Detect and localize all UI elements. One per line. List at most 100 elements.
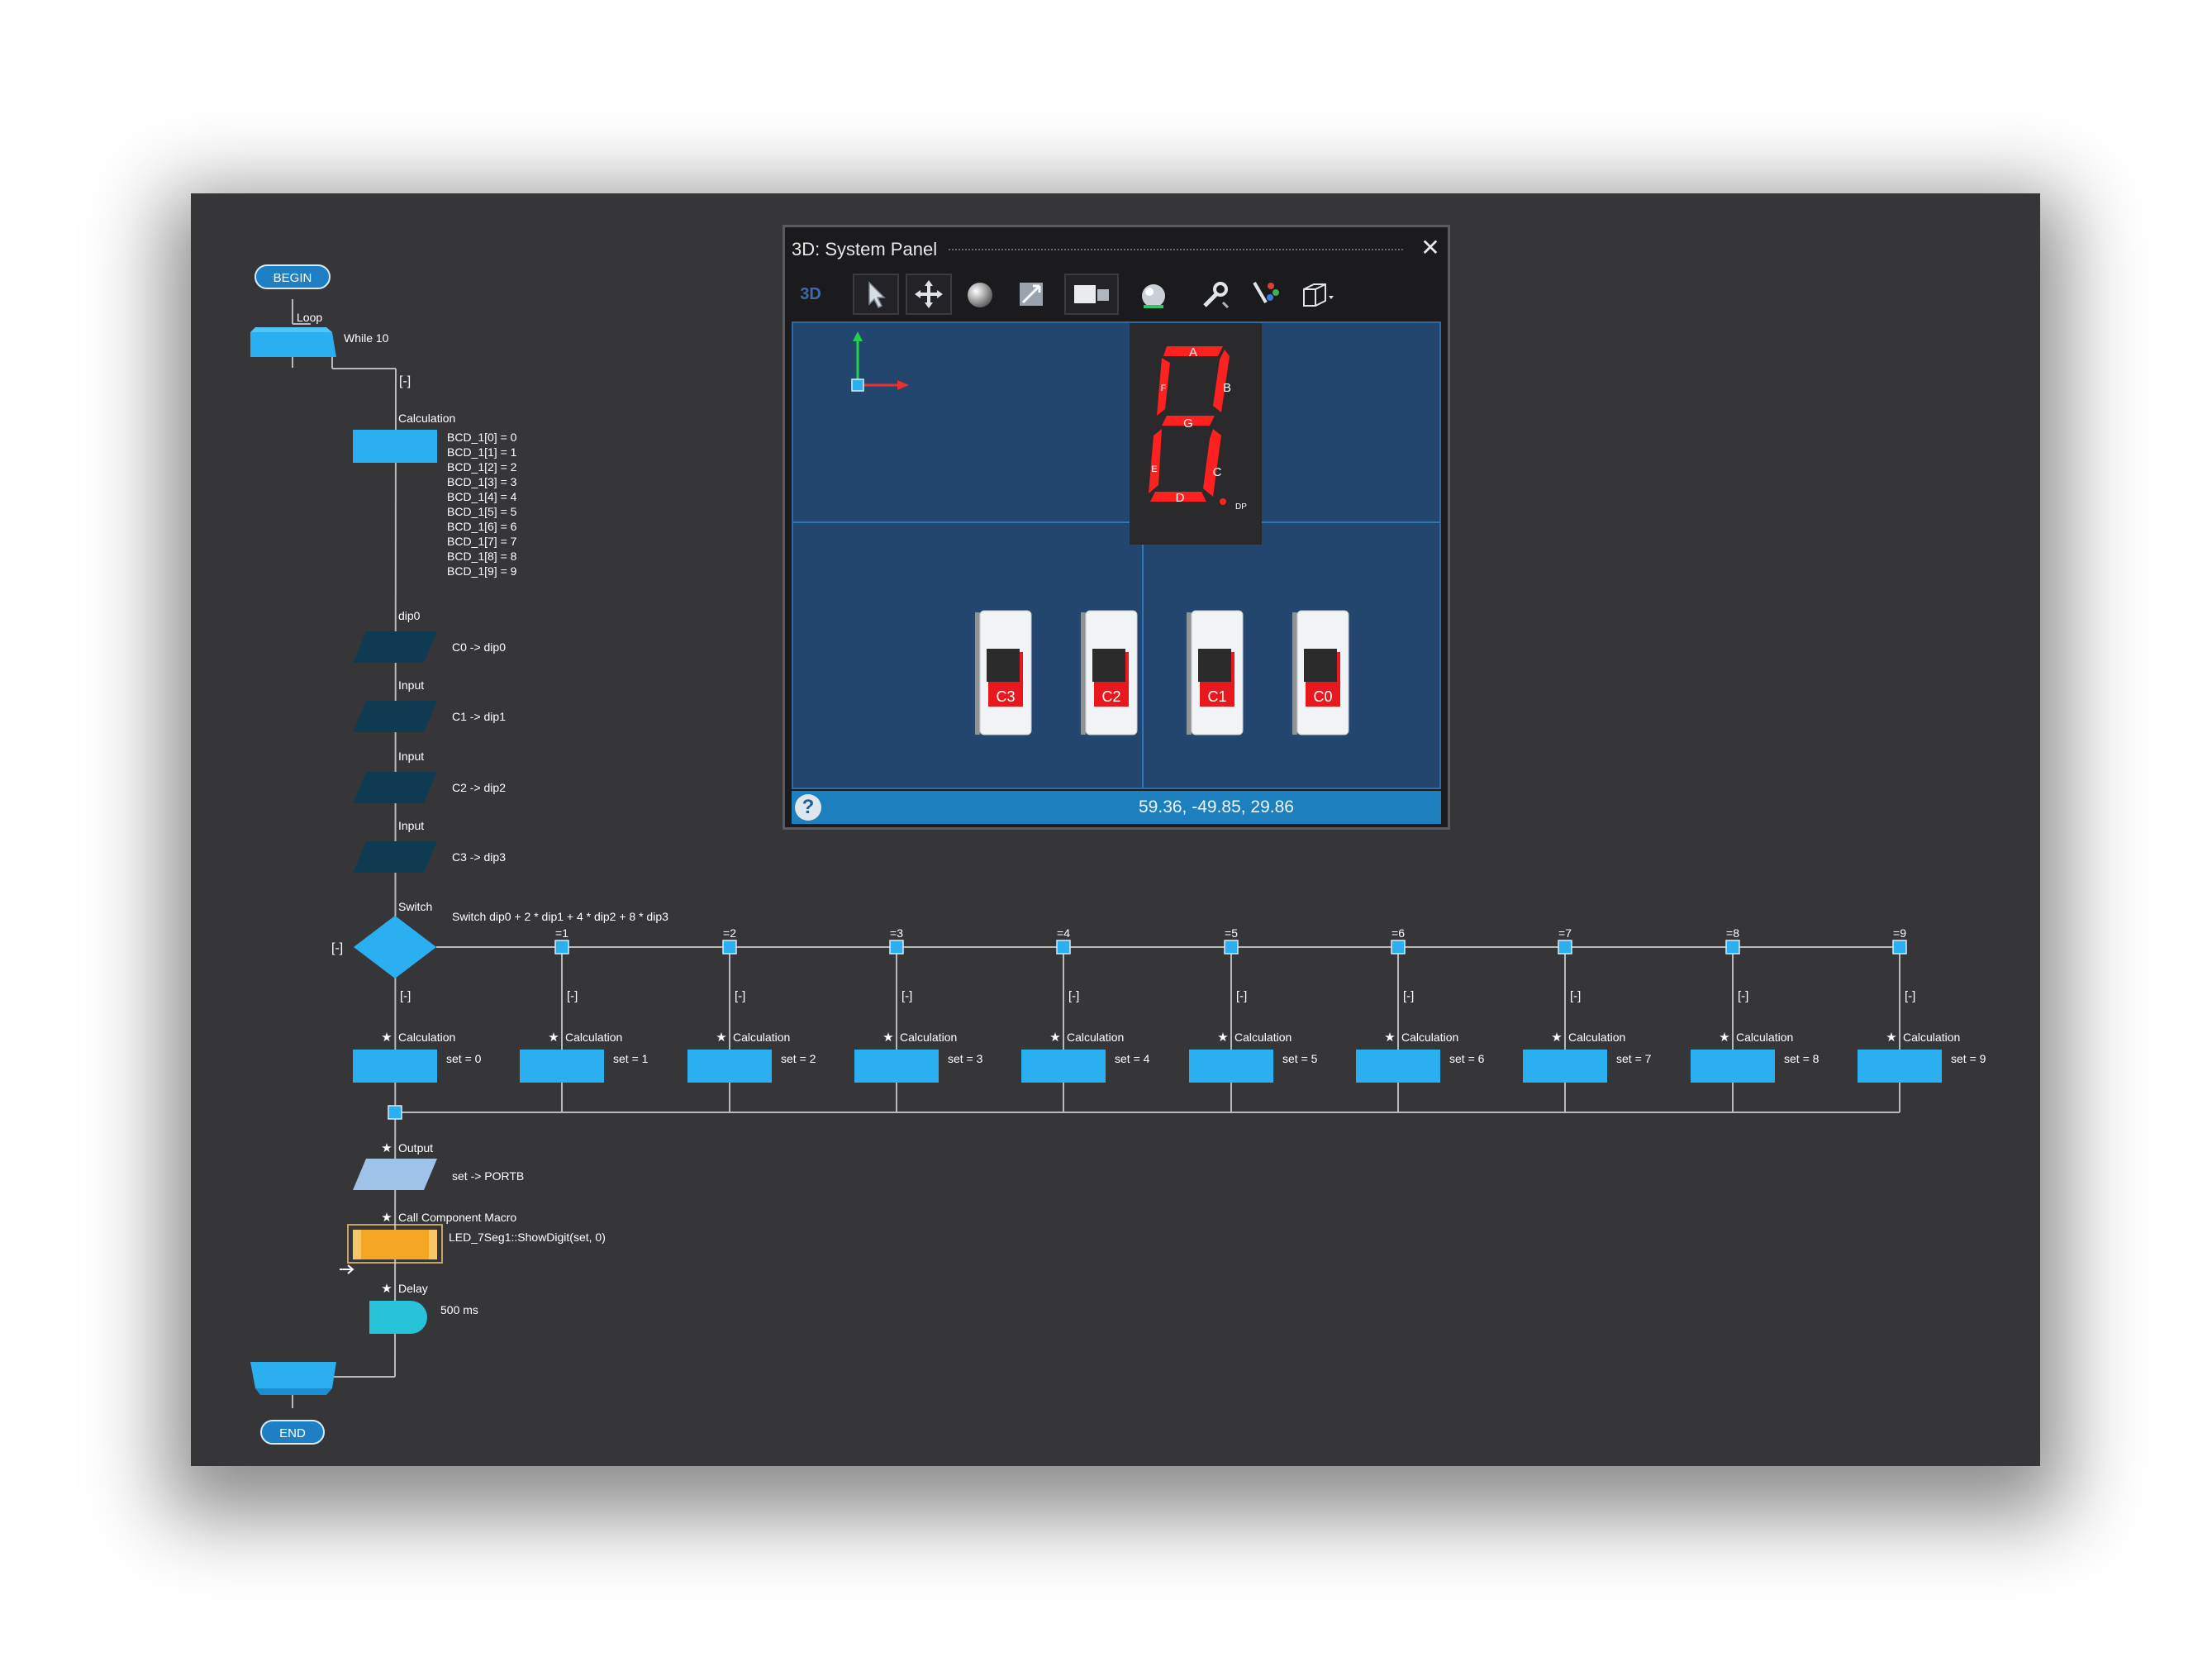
join-node[interactable] [388, 1105, 402, 1120]
zoom-icon[interactable] [1008, 274, 1054, 315]
case-calculation-block[interactable] [1189, 1050, 1273, 1083]
calculation-label: Calculation [398, 1031, 455, 1044]
panel-title-bar[interactable]: 3D: System Panel [792, 232, 1441, 267]
segment-d-label: D [1176, 491, 1185, 505]
dip-switch[interactable]: C3 [975, 610, 1032, 736]
output-block[interactable] [353, 1159, 437, 1190]
case-node[interactable] [1558, 940, 1572, 955]
delay-block[interactable] [369, 1301, 427, 1334]
collapse-toggle: [-] [1570, 989, 1581, 1003]
case-calculation-block[interactable] [1691, 1050, 1775, 1083]
collapse-toggle: [-] [1403, 989, 1414, 1003]
help-icon[interactable]: ? [795, 794, 821, 821]
loop-condition-label: While 10 [344, 331, 389, 345]
collapse-toggle: [-] [331, 941, 343, 955]
input-text: C1 -> dip1 [452, 710, 506, 723]
case-node[interactable] [1224, 940, 1239, 955]
close-icon[interactable]: ✕ [1418, 236, 1443, 260]
input-text: C2 -> dip2 [452, 781, 506, 794]
case-set-text: set = 1 [613, 1052, 649, 1065]
color-icon[interactable] [1243, 274, 1289, 315]
loop-start-block[interactable] [250, 332, 336, 357]
star-icon: ★ [381, 1031, 392, 1045]
input-block[interactable] [353, 772, 437, 803]
bcd-line: BCD_1[9] = 9 [447, 564, 517, 578]
sphere-icon[interactable] [957, 274, 1003, 315]
case-calculation-block[interactable] [520, 1050, 604, 1083]
light-icon[interactable] [1130, 274, 1177, 315]
calculation-label: Calculation [398, 412, 455, 425]
dip-switch[interactable]: C1 [1187, 610, 1244, 736]
dip-switch-label: C1 [1207, 688, 1226, 705]
collapse-toggle: [-] [1068, 989, 1079, 1003]
input-label: Input [398, 819, 424, 832]
cube-view-icon[interactable] [1294, 274, 1340, 315]
input-block[interactable] [353, 841, 437, 873]
case-set-text: set = 5 [1282, 1052, 1318, 1065]
case-calculation-block[interactable] [1356, 1050, 1440, 1083]
calculation-label: Calculation [900, 1031, 957, 1044]
pan-icon[interactable] [906, 274, 952, 315]
case-calculation-block[interactable] [1523, 1050, 1607, 1083]
case-calculation-block[interactable] [1858, 1050, 1942, 1083]
case-calculation-block[interactable] [1021, 1050, 1106, 1083]
case-node[interactable] [722, 940, 737, 955]
loop-label: Loop [297, 311, 322, 324]
3d-viewport[interactable]: A B C D E F G DP C3 C2 C1 C0 [792, 321, 1441, 789]
case-node[interactable] [1056, 940, 1071, 955]
collapse-toggle: [-] [400, 989, 411, 1003]
dip-switch-side [975, 612, 980, 735]
system-panel-3d[interactable]: 3D: System Panel ✕ 3D A B C D E F G DP C… [783, 225, 1450, 830]
switch-expression: Switch dip0 + 2 * dip1 + 4 * dip2 + 8 * … [452, 910, 668, 923]
dip-switch[interactable]: C2 [1081, 610, 1138, 736]
calculation-label: Calculation [1067, 1031, 1124, 1044]
bcd-line: BCD_1[8] = 8 [447, 550, 517, 563]
macro-label: Call Component Macro [398, 1211, 516, 1224]
segment-dp-label: DP [1235, 502, 1247, 512]
star-icon: ★ [548, 1031, 559, 1045]
flowchart-canvas[interactable]: BEGIN Loop While 10 [-] Calculation BCD_1[0] … [191, 193, 2040, 1466]
case-set-text: set = 6 [1449, 1052, 1485, 1065]
case-node[interactable] [889, 940, 904, 955]
case-calculation-block[interactable] [353, 1050, 437, 1083]
dip-switch-lever [1092, 649, 1125, 682]
input-block[interactable] [353, 631, 437, 663]
case-node[interactable] [1725, 940, 1740, 955]
collapse-toggle: [-] [1236, 989, 1247, 1003]
input-block[interactable] [353, 701, 437, 732]
macro-block-edge [353, 1230, 361, 1259]
case-node[interactable] [1892, 940, 1907, 955]
case-calculation-block[interactable] [854, 1050, 939, 1083]
star-icon: ★ [1384, 1031, 1395, 1045]
camera-coordinates: 59.36, -49.85, 29.86 [1139, 797, 1294, 816]
switch-diamond[interactable] [354, 916, 436, 978]
case-set-text: set = 4 [1115, 1052, 1150, 1065]
case-value-label: =7 [1558, 926, 1572, 940]
segment-f-label: F [1161, 383, 1167, 393]
bcd-line: BCD_1[6] = 6 [447, 520, 517, 533]
segment-a-label: A [1189, 345, 1197, 359]
bcd-line: BCD_1[3] = 3 [447, 475, 517, 488]
dip-switch[interactable]: C0 [1292, 610, 1349, 736]
select-arrow-icon[interactable] [853, 274, 899, 315]
segment-e-label: E [1151, 464, 1157, 474]
loop-end-block[interactable] [250, 1362, 336, 1388]
axis-gizmo-icon [851, 331, 909, 392]
case-node[interactable] [554, 940, 569, 955]
case-calculation-block[interactable] [687, 1050, 772, 1083]
panel-toolbar: 3D [792, 270, 1441, 318]
bcd-line: BCD_1[5] = 5 [447, 505, 517, 518]
bcd-line: BCD_1[4] = 4 [447, 490, 517, 503]
dip-switch-lever [1198, 649, 1231, 682]
segment-g-label: G [1183, 417, 1193, 431]
mode-3d-label[interactable]: 3D [792, 274, 830, 315]
collapse-toggle: [-] [901, 989, 912, 1003]
macro-block-edge [429, 1230, 437, 1259]
panel-drag-grip[interactable] [949, 249, 1403, 254]
calculation-block[interactable] [353, 430, 437, 463]
wrench-icon[interactable] [1192, 274, 1238, 315]
camera-icon[interactable] [1064, 274, 1119, 315]
star-icon: ★ [1719, 1031, 1729, 1045]
macro-call-block[interactable] [353, 1230, 437, 1259]
case-node[interactable] [1391, 940, 1406, 955]
